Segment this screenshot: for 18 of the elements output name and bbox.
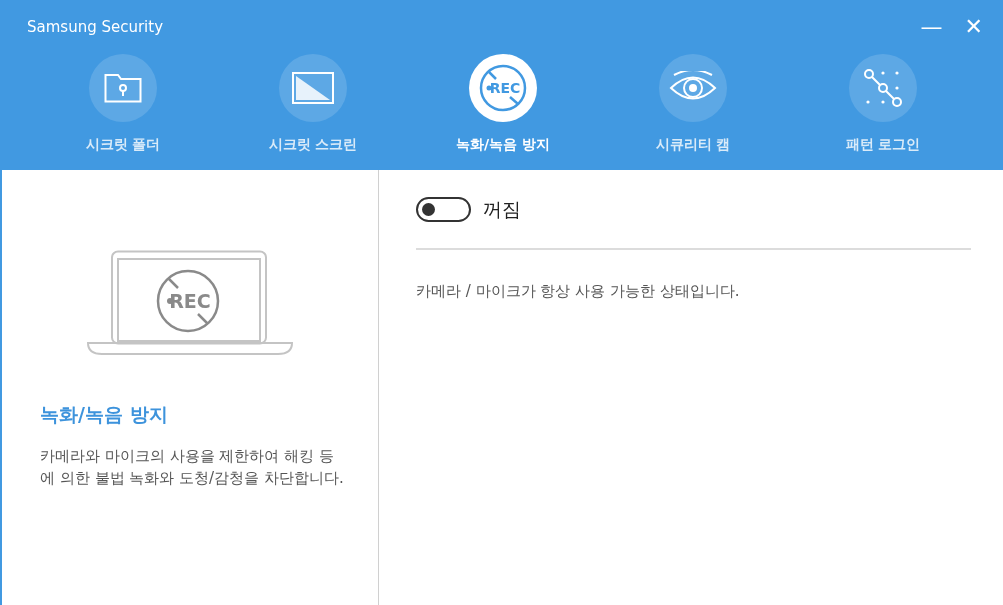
screen-icon	[292, 72, 334, 104]
feature-tab[interactable]: 시큐리티 캠	[598, 54, 788, 155]
feature-tab[interactable]: REC 녹화/녹음 방지	[408, 54, 598, 155]
feature-title: 녹화/녹음 방지	[40, 402, 169, 427]
feature-tab[interactable]: 패턴 로그인	[788, 54, 978, 155]
status-text: 카메라 / 마이크가 항상 사용 가능한 상태입니다.	[416, 281, 741, 302]
pattern-icon	[863, 68, 903, 108]
laptop-rec-drawing: REC	[86, 250, 294, 356]
feature-tab[interactable]: 시크릿 스크린	[218, 54, 408, 155]
rec-icon: REC	[478, 63, 528, 113]
toggle-label: 꺼짐	[483, 196, 521, 222]
toggle-switch[interactable]	[416, 196, 471, 222]
feature-tab[interactable]: 시크릿 폴더	[28, 54, 218, 155]
feature-description: 카메라와 마이크의 사용을 제한하여 해킹 등에 의한 불법 녹화와 도청/감청을 차단합니다.	[40, 445, 345, 489]
window-title: Samsung Security	[27, 16, 164, 38]
minimize-button[interactable]: —	[918, 16, 945, 38]
folder-icon	[104, 73, 142, 103]
close-button[interactable]: ✕	[962, 16, 985, 38]
